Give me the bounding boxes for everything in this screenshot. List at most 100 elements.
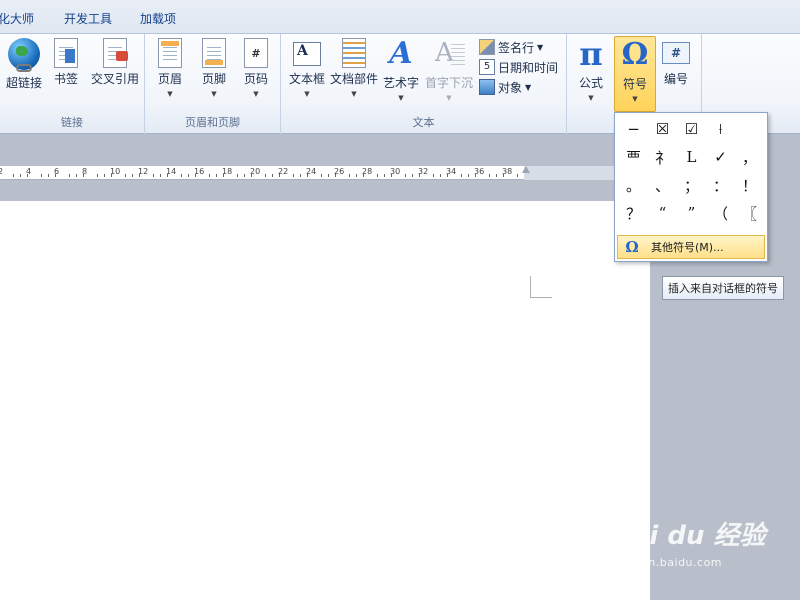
document-page[interactable] — [0, 201, 650, 600]
chevron-down-icon: ▼ — [167, 90, 173, 98]
drop-cap-button[interactable]: A 首字下沉 ▼ — [423, 36, 475, 112]
ruler-tick-mark — [13, 174, 14, 177]
bookmark-button[interactable]: 书签 — [46, 36, 86, 112]
group-text: A 文本框 ▼ 文档部件 ▼ A 艺术字 ▼ A 首字下沉 ▼ 签名行 ▼ 5 … — [281, 34, 567, 134]
chevron-down-icon: ▼ — [253, 90, 259, 98]
ribbon-tab-bar: 化大师 开发工具 加载项 — [0, 0, 800, 34]
symbol-cell[interactable]: 礻 — [648, 143, 677, 171]
symbol-cell[interactable]: ☒ — [648, 115, 677, 143]
ruler-tick-mark — [496, 174, 497, 177]
quick-parts-button[interactable]: 文档部件 ▼ — [329, 36, 379, 112]
symbol-cell[interactable]: − — [619, 115, 648, 143]
ruler-tick-mark — [265, 174, 266, 177]
symbol-cell[interactable]: ： — [706, 171, 735, 199]
more-symbols-menu-item[interactable]: Ω 其他符号(M)... — [617, 235, 765, 259]
footer-button[interactable]: 页脚 ▼ — [193, 36, 235, 112]
symbol-cell[interactable]: ？ — [619, 199, 648, 227]
numbering-icon: # — [662, 42, 690, 64]
ruler-tick-label: 30 — [390, 167, 401, 176]
symbol-cell[interactable]: ✓ — [706, 143, 735, 171]
symbol-cell[interactable]: ； — [677, 171, 706, 199]
ruler-tick-mark — [188, 174, 189, 177]
ruler-tick-mark — [69, 174, 70, 177]
page-number-icon: # — [244, 38, 268, 68]
ruler-tick-mark — [356, 174, 357, 177]
numbering-button[interactable]: # 编号 — [657, 36, 695, 112]
ruler-tick-mark — [405, 174, 406, 177]
ruler-tick-label: 6 — [54, 167, 60, 176]
symbol-cell[interactable] — [735, 115, 764, 143]
tab-addins[interactable]: 加载项 — [140, 10, 176, 27]
ruler-tick-mark — [321, 174, 322, 177]
symbol-button[interactable]: Ω 符号 ▼ — [614, 36, 656, 112]
ruler-tick-mark — [76, 174, 77, 177]
page-number-button[interactable]: # 页码 ▼ — [235, 36, 277, 112]
chevron-down-icon: ▼ — [588, 94, 594, 102]
chevron-down-icon: ▼ — [632, 95, 638, 103]
signature-line-button[interactable]: 签名行 ▼ — [479, 38, 543, 56]
ruler-tick-label: 16 — [194, 167, 205, 176]
symbol-cell[interactable]: ， — [735, 143, 764, 171]
chevron-down-icon: ▼ — [446, 94, 452, 102]
ruler-tick-mark — [468, 174, 469, 177]
ruler-tick-label: 12 — [138, 167, 149, 176]
ruler-tick-label: 26 — [334, 167, 345, 176]
tab-developer[interactable]: 开发工具 — [64, 10, 112, 27]
ruler-tick-mark — [48, 174, 49, 177]
symbol-cell[interactable]: 、 — [648, 171, 677, 199]
ruler-tick-mark — [104, 174, 105, 177]
ruler-tick-mark — [160, 174, 161, 177]
symbol-cell[interactable]: 〖 — [735, 199, 764, 227]
group-label-links: 链接 — [61, 116, 83, 129]
symbol-cell[interactable]: ” — [677, 199, 706, 227]
object-button[interactable]: 对象 ▼ — [479, 78, 531, 96]
equation-button[interactable]: π 公式 ▼ — [571, 36, 611, 112]
ruler-tick-label: 2 — [0, 167, 4, 176]
watermark-url: jingyan.baidu.com — [612, 556, 723, 569]
ruler-tick-mark — [461, 174, 462, 177]
wordart-button[interactable]: A 艺术字 ▼ — [381, 36, 421, 112]
ruler-tick-mark — [209, 174, 210, 177]
ruler-tick-mark — [181, 174, 182, 177]
text-box-button[interactable]: A 文本框 ▼ — [285, 36, 329, 112]
cross-reference-icon — [103, 38, 128, 68]
bookmark-icon — [54, 38, 78, 68]
symbol-cell[interactable]: L — [677, 143, 706, 171]
tab-toolkit[interactable]: 化大师 — [0, 10, 34, 27]
ruler-tick-mark — [517, 174, 518, 177]
symbol-cell[interactable]: （ — [706, 199, 735, 227]
cross-reference-button[interactable]: 交叉引用 — [88, 36, 142, 112]
symbol-cell[interactable]: 。 — [619, 171, 648, 199]
ruler-tick-mark — [216, 174, 217, 177]
symbol-cell[interactable]: 覀 — [619, 143, 648, 171]
ruler-tick-mark — [440, 174, 441, 177]
tooltip: 插入来自对话框的符号 — [662, 276, 784, 300]
symbol-dropdown: − ☒ ☑ ⟊ 覀礻 L ✓， 。、；：！ ？ “” （〖 Ω 其他符号(M)... — [614, 112, 768, 262]
ruler-tick-label: 34 — [446, 167, 457, 176]
pi-icon: π — [579, 35, 603, 73]
symbol-cell[interactable]: ！ — [735, 171, 764, 199]
symbol-cell[interactable]: ⟊ — [706, 115, 735, 143]
right-indent-marker[interactable] — [522, 166, 530, 173]
ruler-tick-mark — [433, 174, 434, 177]
header-button[interactable]: 页眉 ▼ — [149, 36, 191, 112]
hyperlink-button[interactable]: 超链接 — [2, 36, 46, 112]
ruler-tick-label: 38 — [502, 167, 513, 176]
ruler-tick-mark — [244, 174, 245, 177]
margin-corner-mark — [530, 297, 552, 298]
globe-link-icon — [8, 38, 40, 72]
signature-icon — [479, 39, 495, 55]
ruler-tick-mark — [328, 174, 329, 177]
ruler-tick-label: 36 — [474, 167, 485, 176]
margin-corner-mark — [530, 276, 531, 298]
ruler-tick-mark — [41, 174, 42, 177]
date-time-button[interactable]: 5 日期和时间 — [479, 58, 558, 76]
chevron-down-icon: ▼ — [351, 90, 357, 98]
symbol-cell[interactable]: ☑ — [677, 115, 706, 143]
object-icon — [479, 79, 495, 95]
symbol-cell[interactable]: “ — [648, 199, 677, 227]
ruler-tick-mark — [489, 174, 490, 177]
ruler-tick-label: 14 — [166, 167, 177, 176]
ruler-tick-label: 24 — [306, 167, 317, 176]
drop-cap-icon: A — [433, 38, 465, 70]
